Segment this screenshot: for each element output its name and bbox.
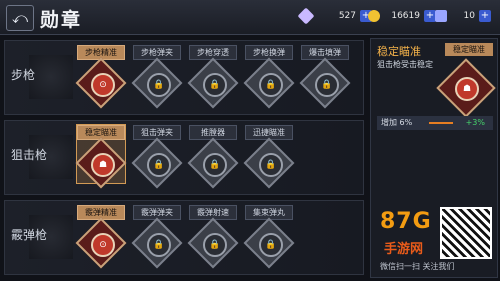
medal-row-rifle: 步枪 步枪精准 ⊙ 步枪弹夹 🔒 步枪穿透 🔒 步枪换弹 🔒 爆击填弹 🔒 <box>4 40 364 115</box>
category-label: 狙击枪 <box>11 148 48 162</box>
diamond-icon <box>297 7 315 25</box>
medal-slot[interactable]: 霰弹弹夹 🔒 <box>131 205 183 269</box>
rifle-image <box>29 55 73 99</box>
medal-slot[interactable]: 狙击弹夹 🔒 <box>131 125 183 189</box>
medal-slot[interactable]: 推膛器 🔒 <box>187 125 239 189</box>
medal-slot[interactable]: 霰弹精准 ⊙ <box>75 205 127 269</box>
locked-medal-icon[interactable]: 🔒 <box>187 137 239 189</box>
locked-medal-icon[interactable]: 🔒 <box>131 217 183 269</box>
locked-medal-icon[interactable]: 🔒 <box>131 57 183 109</box>
medal-row-shotgun: 霰弹枪 霰弹精准 ⊙ 霰弹弹夹 🔒 霰弹射速 🔒 集束弹丸 🔒 <box>4 200 364 275</box>
qr-code-icon <box>440 207 492 259</box>
detail-tag: 稳定瞄准 <box>445 43 493 56</box>
bonus-label: 增加 6% <box>381 118 413 127</box>
bonus-value: +3% <box>465 118 485 127</box>
medal-icon[interactable]: ⊙ <box>75 217 127 269</box>
add-ticket-button[interactable]: + <box>479 10 491 22</box>
top-bar: ⤺ 勋章 527 + 16619 + 10 + <box>0 0 500 35</box>
gold-resource: 16619 + <box>368 7 436 25</box>
locked-medal-icon[interactable]: 🔒 <box>243 137 295 189</box>
page-title: 勋章 <box>40 9 83 31</box>
medal-slot[interactable]: 步枪穿透 🔒 <box>187 45 239 109</box>
ticket-icon <box>435 10 447 22</box>
medal-slot[interactable]: 迅捷瞄准 🔒 <box>243 125 295 189</box>
locked-medal-icon[interactable]: 🔒 <box>187 57 239 109</box>
medal-slot[interactable]: 霰弹射速 🔒 <box>187 205 239 269</box>
diamond-resource: 527 + <box>297 7 372 25</box>
arrow-right-icon <box>429 122 453 124</box>
category-label: 霰弹枪 <box>11 228 48 242</box>
medal-slot[interactable]: 爆击填弹 🔒 <box>299 45 351 109</box>
watermark-logo: 87G <box>380 209 432 234</box>
medal-slot[interactable]: 步枪换弹 🔒 <box>243 45 295 109</box>
locked-medal-icon[interactable]: 🔒 <box>131 137 183 189</box>
gold-coin-icon <box>368 10 380 22</box>
medal-row-sniper: 狙击枪 稳定瞄准 ☗ 狙击弹夹 🔒 推膛器 🔒 迅捷瞄准 🔒 <box>4 120 364 195</box>
watermark-caption: 微信扫一扫 关注我们 <box>380 262 455 271</box>
ticket-resource: 10 + <box>435 7 491 25</box>
watermark: 87G 手游网 微信扫一扫 关注我们 <box>380 205 496 275</box>
locked-medal-icon[interactable]: 🔒 <box>299 57 351 109</box>
back-arrow-icon[interactable]: ⤺ <box>6 5 34 31</box>
medal-icon[interactable]: ☗ <box>75 137 127 189</box>
medal-slot-selected[interactable]: 稳定瞄准 ☗ <box>75 124 127 189</box>
detail-title: 稳定瞄准 <box>377 45 421 58</box>
medal-icon[interactable]: ⊙ <box>75 57 127 109</box>
medal-slot[interactable]: 步枪弹夹 🔒 <box>131 45 183 109</box>
bonus-bar: 增加 6% +3% <box>377 116 493 130</box>
watermark-site: 手游网 <box>384 242 424 257</box>
detail-medal-icon: ☗ <box>436 58 496 118</box>
locked-medal-icon[interactable]: 🔒 <box>243 217 295 269</box>
locked-medal-icon[interactable]: 🔒 <box>243 57 295 109</box>
detail-description: 狙击枪受击稳定 <box>377 60 433 69</box>
category-label: 步枪 <box>11 68 36 82</box>
medal-slot[interactable]: 步枪精准 ⊙ <box>75 45 127 109</box>
medal-slot[interactable]: 集束弹丸 🔒 <box>243 205 295 269</box>
locked-medal-icon[interactable]: 🔒 <box>187 217 239 269</box>
